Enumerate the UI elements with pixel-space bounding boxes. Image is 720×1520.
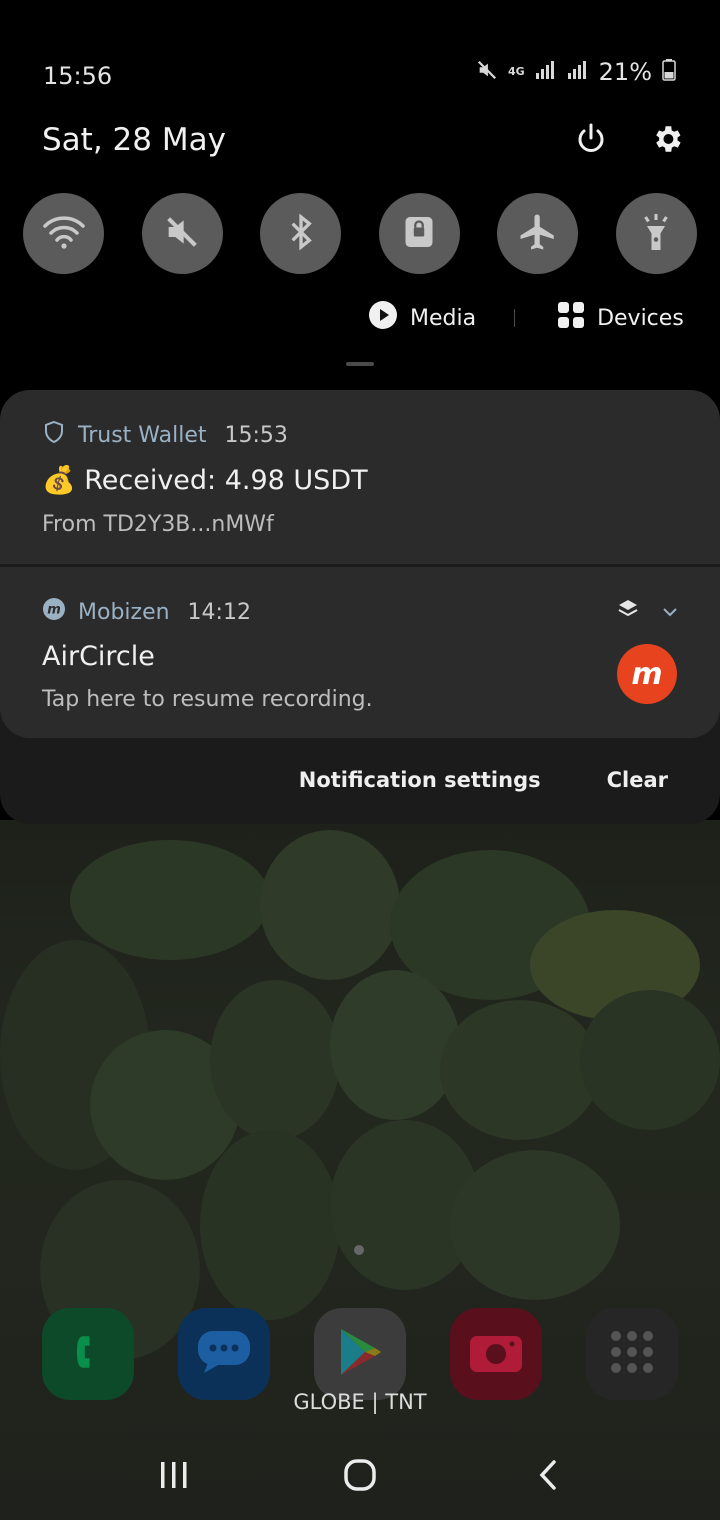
chevron-down-icon[interactable] [662, 603, 678, 622]
signal-icon [535, 60, 557, 84]
qs-airplane[interactable] [497, 193, 579, 274]
messages-app[interactable] [178, 1308, 270, 1400]
media-button[interactable]: Media [368, 300, 476, 336]
notification-title: AirCircle [42, 641, 155, 672]
signal-icon-2 [567, 60, 589, 84]
phone-app[interactable] [42, 1308, 134, 1400]
airplane-icon [517, 211, 559, 257]
status-bar: 15:56 4G 21% [0, 52, 720, 100]
apps-drawer[interactable] [586, 1308, 678, 1400]
camera-app[interactable] [450, 1308, 542, 1400]
quick-settings [23, 193, 697, 274]
qs-screen-lock[interactable] [378, 193, 460, 274]
notification-trust-wallet[interactable]: Trust Wallet 15:53 💰 Received: 4.98 USDT… [0, 390, 720, 564]
notification-time: 15:53 [224, 422, 288, 448]
svg-text:m: m [631, 657, 662, 692]
messages-icon [196, 1329, 252, 1379]
clear-button[interactable]: Clear [607, 768, 668, 792]
mute-icon [476, 59, 498, 85]
app-name: Trust Wallet [78, 422, 207, 448]
bluetooth-icon [281, 212, 321, 256]
apps-grid-icon [608, 1328, 656, 1380]
dock [42, 1308, 678, 1400]
battery-icon [662, 59, 676, 85]
home-button[interactable] [330, 1450, 390, 1504]
notification-body: From TD2Y3B...nMWf [42, 512, 274, 537]
qs-flashlight[interactable] [615, 193, 697, 274]
notification-mobizen[interactable]: m Mobizen 14:12 AirCircle Tap here to re… [0, 567, 720, 738]
recent-apps-button[interactable] [144, 1450, 204, 1504]
wifi-icon [42, 214, 86, 254]
divider [514, 309, 516, 327]
notification-header: Trust Wallet 15:53 [42, 420, 288, 450]
notification-actions: Notification settings Clear [299, 768, 668, 792]
phone-icon [68, 1330, 108, 1378]
mobizen-logo-icon: m [616, 643, 678, 709]
navigation-bar [0, 1450, 720, 1510]
panel-handle[interactable] [346, 362, 374, 366]
play-store-icon [335, 1325, 385, 1383]
clock: 15:56 [43, 62, 113, 90]
notification-settings-button[interactable]: Notification settings [299, 768, 541, 792]
top-actions [574, 122, 684, 160]
network-icon: 4G [507, 65, 525, 78]
notification-body: Tap here to resume recording. [42, 687, 373, 712]
flashlight-icon [638, 211, 674, 257]
camera-icon [468, 1330, 524, 1378]
mobizen-app-icon: m [42, 597, 66, 627]
lock-icon [401, 212, 437, 256]
qs-wifi[interactable] [23, 193, 104, 274]
qs-sound[interactable] [141, 193, 223, 274]
play-icon [368, 300, 398, 336]
carrier-label: GLOBE | TNT [293, 1390, 427, 1414]
wallpaper [0, 820, 720, 1520]
mute-icon [162, 212, 202, 256]
battery-percent: 21% [598, 58, 652, 86]
back-button[interactable] [518, 1450, 578, 1504]
devices-button[interactable]: Devices [557, 301, 684, 335]
recents-icon [157, 1459, 191, 1495]
media-devices-row: Media Devices [368, 300, 684, 336]
back-icon [536, 1458, 560, 1496]
notification-header: m Mobizen 14:12 [42, 597, 251, 627]
qs-bluetooth[interactable] [260, 193, 342, 274]
power-icon[interactable] [574, 122, 608, 160]
app-name: Mobizen [78, 599, 170, 625]
shield-icon [42, 420, 66, 450]
devices-icon [557, 301, 585, 335]
notification-title: 💰 Received: 4.98 USDT [42, 465, 368, 496]
date-label: Sat, 28 May [42, 122, 226, 158]
home-page-indicator [354, 1245, 364, 1255]
svg-text:m: m [47, 603, 61, 618]
devices-label: Devices [597, 305, 684, 331]
notification-time: 14:12 [187, 599, 251, 625]
status-icons: 4G 21% [476, 58, 676, 86]
home-icon [343, 1458, 377, 1496]
play-store-app[interactable] [314, 1308, 406, 1400]
media-label: Media [410, 305, 477, 331]
gear-icon[interactable] [650, 122, 684, 160]
layers-icon [616, 597, 640, 625]
